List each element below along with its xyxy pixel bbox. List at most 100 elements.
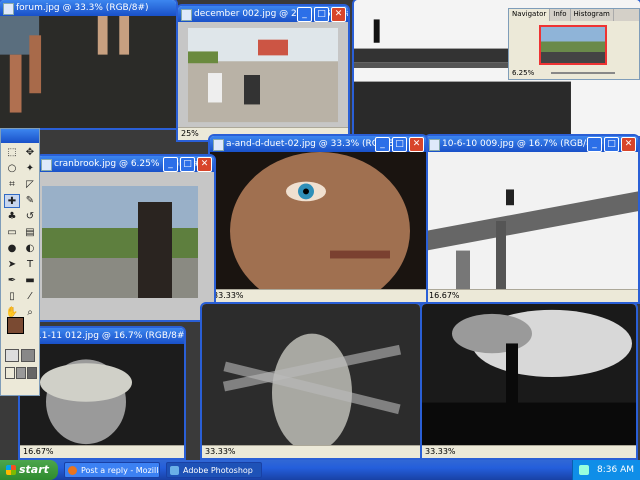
clone-stamp-tool-icon[interactable]: ♣ (4, 210, 20, 224)
zoom-level[interactable]: 33.33% (425, 447, 456, 456)
maximize-button[interactable]: □ (392, 137, 407, 152)
window-portrait-canvas[interactable] (20, 344, 184, 446)
tab-histogram[interactable]: Histogram (571, 9, 614, 21)
document-icon (429, 139, 440, 151)
marquee-tool-icon[interactable]: ⬚ (4, 146, 20, 160)
navigator-zoom[interactable]: 6.25% (512, 69, 534, 77)
window-forum-titlebar[interactable]: forum.jpg @ 33.3% (RGB/8#) (0, 0, 176, 16)
shape-tool-icon[interactable]: ▬ (22, 274, 38, 288)
portrait-photo (20, 344, 184, 446)
navigator-tabs[interactable]: Navigator Info Histogram (509, 9, 639, 21)
zoom-level[interactable]: 25% (181, 129, 199, 138)
window-center[interactable]: 33.33% (200, 302, 422, 460)
window-center-canvas[interactable] (202, 304, 420, 446)
clock[interactable]: 8:36 AM (597, 465, 634, 475)
december-photo (178, 22, 348, 128)
lasso-tool-icon[interactable]: ○ (4, 162, 20, 176)
window-cranbrook[interactable]: cranbrook.jpg @ 6.25% (RGB/8#) _ □ ✕ (36, 154, 216, 322)
toolbox-header[interactable] (1, 129, 39, 143)
quick-mask-mode-icon[interactable] (21, 349, 35, 362)
window-forum-title: forum.jpg @ 33.3% (RGB/8#) (16, 3, 149, 13)
document-icon (41, 159, 52, 171)
photoshop-icon (170, 466, 179, 475)
zoom-level[interactable]: 16.67% (23, 447, 54, 456)
taskbar-item-mozilla[interactable]: Post a reply - Mozilla ... (64, 462, 160, 478)
taskbar-item-photoshop[interactable]: Adobe Photoshop (166, 462, 262, 478)
taskbar-item-label: Adobe Photoshop (183, 466, 253, 475)
foreground-color-swatch[interactable] (7, 317, 24, 334)
healing-brush-tool-icon[interactable]: ✚ (4, 194, 20, 208)
full-screen-mode-icon[interactable] (16, 367, 26, 379)
start-button[interactable]: start (0, 460, 58, 480)
path-selection-tool-icon[interactable]: ➤ (4, 258, 20, 272)
window-bridge-canvas[interactable] (426, 152, 638, 290)
document-icon (213, 139, 224, 151)
window-duet-titlebar[interactable]: a-and-d-duet-02.jpg @ 33.3% (RGB/8#) _ □ ✕ (210, 136, 426, 152)
window-portrait[interactable]: 11-11 012.jpg @ 16.7% (RGB/8#) 16.67% (18, 326, 186, 460)
minimize-button[interactable]: _ (587, 137, 602, 152)
crop-tool-icon[interactable]: ⌗ (4, 178, 20, 192)
close-button[interactable]: ✕ (621, 137, 636, 152)
quick-mask-buttons[interactable] (5, 349, 35, 362)
zoom-level[interactable]: 33.33% (213, 291, 244, 300)
window-forum[interactable]: forum.jpg @ 33.3% (RGB/8#) (0, 0, 178, 130)
silhouette-photo (422, 304, 636, 446)
duet-photo (210, 152, 426, 290)
navigator-preview[interactable] (539, 25, 607, 65)
gradient-tool-icon[interactable]: ▤ (22, 226, 38, 240)
window-silhouette-canvas[interactable] (422, 304, 636, 446)
window-portrait-title: 11-11 012.jpg @ 16.7% (RGB/8#) (36, 331, 184, 341)
cranbrook-photo (38, 172, 214, 320)
minimize-button[interactable]: _ (163, 157, 178, 172)
forum-photo (0, 16, 176, 128)
magic-wand-tool-icon[interactable]: ✦ (22, 162, 38, 176)
maximize-button[interactable]: □ (314, 7, 329, 22)
blur-tool-icon[interactable]: ● (4, 242, 20, 256)
navigator-zoom-slider[interactable] (551, 72, 615, 74)
pen-tool-icon[interactable]: ✒ (4, 274, 20, 288)
window-duet-canvas[interactable] (210, 152, 426, 290)
type-tool-icon[interactable]: T (22, 258, 38, 272)
eyedropper-tool-icon[interactable]: ⁄ (22, 290, 38, 304)
window-duet[interactable]: a-and-d-duet-02.jpg @ 33.3% (RGB/8#) _ □ ✕… (208, 134, 428, 304)
minimize-button[interactable]: _ (297, 7, 312, 22)
jump-to-imageready-icon[interactable] (27, 367, 37, 379)
screen-mode-buttons[interactable] (5, 367, 37, 379)
notes-tool-icon[interactable]: ▯ (4, 290, 20, 304)
tab-navigator[interactable]: Navigator (509, 9, 551, 21)
close-button[interactable]: ✕ (197, 157, 212, 172)
maximize-button[interactable]: □ (180, 157, 195, 172)
screen-mode-icon[interactable] (5, 367, 15, 379)
move-tool-icon[interactable]: ✥ (22, 146, 38, 160)
window-cranbrook-titlebar[interactable]: cranbrook.jpg @ 6.25% (RGB/8#) _ □ ✕ (38, 156, 214, 172)
network-icon[interactable] (579, 465, 589, 475)
window-december[interactable]: december 002.jpg @ 25% (RGB/8#) _ □ ✕ 25% (176, 4, 350, 142)
tools-palette[interactable]: ⬚ ✥ ○ ✦ ⌗ ◸ ✚ ✎ ♣ ↺ ▭ ▤ ● ◐ ➤ T ✒ ▬ ▯ ⁄ … (0, 128, 40, 396)
zoom-level[interactable]: 16.67% (429, 291, 460, 300)
eraser-tool-icon[interactable]: ▭ (4, 226, 20, 240)
brush-tool-icon[interactable]: ✎ (22, 194, 38, 208)
window-bridge-titlebar[interactable]: 10-6-10 009.jpg @ 16.7% (RGB/8#) _ □ ✕ (426, 136, 638, 152)
maximize-button[interactable]: □ (604, 137, 619, 152)
window-forum-canvas[interactable] (0, 16, 176, 128)
tab-info[interactable]: Info (550, 9, 571, 21)
window-portrait-titlebar[interactable]: 11-11 012.jpg @ 16.7% (RGB/8#) (20, 328, 184, 344)
standard-mode-icon[interactable] (5, 349, 19, 362)
taskbar-item-label: Post a reply - Mozilla ... (81, 466, 159, 475)
zoom-tool-icon[interactable]: ⌕ (22, 306, 38, 320)
start-label: start (19, 463, 49, 476)
close-button[interactable]: ✕ (409, 137, 424, 152)
window-cranbrook-canvas[interactable] (38, 172, 214, 320)
history-brush-tool-icon[interactable]: ↺ (22, 210, 38, 224)
window-bridge[interactable]: 10-6-10 009.jpg @ 16.7% (RGB/8#) _ □ ✕ 16.… (424, 134, 640, 304)
window-december-canvas[interactable] (178, 22, 348, 128)
minimize-button[interactable]: _ (375, 137, 390, 152)
window-december-titlebar[interactable]: december 002.jpg @ 25% (RGB/8#) _ □ ✕ (178, 6, 348, 22)
zoom-level[interactable]: 33.33% (205, 447, 236, 456)
window-center-statusbar: 33.33% (202, 445, 420, 458)
dodge-tool-icon[interactable]: ◐ (22, 242, 38, 256)
navigator-palette[interactable]: Navigator Info Histogram 6.25% (508, 8, 640, 80)
window-silhouette[interactable]: 33.33% (420, 302, 638, 460)
slice-tool-icon[interactable]: ◸ (22, 178, 38, 192)
close-button[interactable]: ✕ (331, 7, 346, 22)
